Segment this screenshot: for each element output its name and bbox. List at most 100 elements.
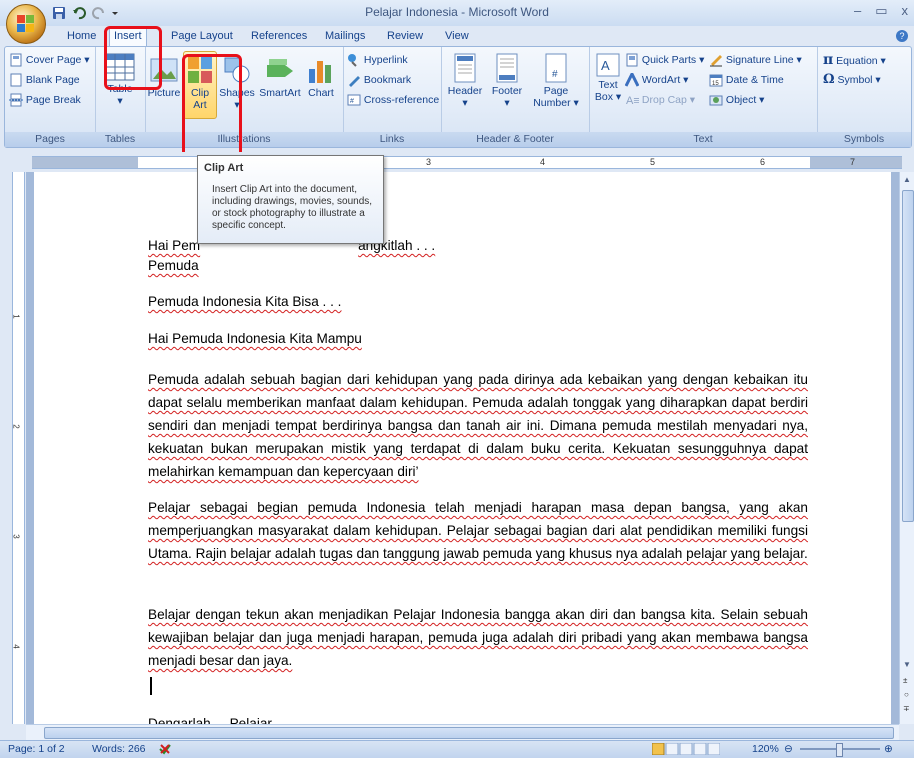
scroll-down-icon[interactable]: ▼ — [903, 660, 911, 669]
footer-button[interactable]: Footer ▾ — [487, 53, 527, 109]
prev-page-icon[interactable]: ± — [903, 676, 907, 685]
vruler-number: 4 — [11, 644, 21, 649]
zoom-level[interactable]: 120% — [752, 743, 779, 755]
header-button[interactable]: Header ▾ — [445, 53, 485, 109]
cross-reference-button[interactable]: # Cross-reference — [347, 93, 439, 107]
cover-page-icon — [10, 53, 22, 67]
smartart-button[interactable]: SmartArt — [257, 55, 303, 99]
horizontal-ruler: 1 2 3 4 5 6 7 — [0, 152, 914, 171]
zoom-out-icon[interactable]: ⊖ — [784, 743, 793, 755]
group-header-footer: Header ▾ Footer ▾ # Page Number ▾ Header & … — [441, 47, 590, 147]
pi-icon: π — [823, 52, 834, 68]
doc-para-2: Pelajar sebagai begian pemuda Indonesia … — [148, 500, 808, 561]
equation-button[interactable]: π Equation ▾ — [823, 53, 886, 68]
tab-home[interactable]: Home — [63, 28, 100, 45]
tab-view[interactable]: View — [441, 28, 473, 45]
group-illustrations: Picture Clip Art Shapes ▾ SmartArt Chart I… — [145, 47, 344, 147]
horizontal-scrollbar[interactable] — [26, 724, 899, 740]
signature-line-button[interactable]: Signature Line ▾ — [709, 53, 802, 67]
window-title: Pelajar Indonesia - Microsoft Word — [365, 5, 549, 19]
maximize-button[interactable]: ▭ — [875, 3, 887, 19]
vertical-scrollbar[interactable]: ▲ ▼ ± ○ ∓ — [899, 172, 914, 724]
group-symbols: π Equation ▾ Ω Symbol ▾ Symbols — [817, 47, 911, 147]
tooltip-title: Clip Art — [204, 162, 244, 174]
hyperlink-icon — [348, 54, 357, 67]
text-box-button[interactable]: A Text Box ▾ — [593, 53, 623, 103]
title-bar: Pelajar Indonesia - Microsoft Word – ▭ x — [0, 0, 914, 26]
minimize-button[interactable]: – — [854, 3, 861, 19]
drop-cap-button[interactable]: A≡ Drop Cap ▾ — [625, 93, 695, 107]
group-text: A Text Box ▾ Quick Parts ▾ WordArt ▾ A≡ D… — [589, 47, 818, 147]
cover-page-button[interactable]: Cover Page ▾ — [9, 53, 90, 67]
group-label-illustrations: Illustrations — [145, 132, 343, 147]
tooltip-body: Insert Clip Art into the document, inclu… — [212, 184, 373, 231]
symbol-button[interactable]: Ω Symbol ▾ — [823, 73, 881, 87]
blank-page-icon — [10, 73, 22, 87]
tab-page-layout[interactable]: Page Layout — [167, 28, 237, 45]
page-break-icon — [9, 93, 23, 107]
office-button[interactable] — [6, 4, 46, 44]
cross-reference-icon: # — [347, 94, 361, 106]
date-time-icon: 15 — [709, 74, 723, 87]
drop-cap-icon: A≡ — [626, 95, 639, 107]
close-button[interactable]: x — [902, 3, 909, 19]
doc-para-3: Belajar dengan tekun akan menjadikan Pel… — [148, 607, 808, 668]
zoom-in-icon[interactable]: ⊕ — [884, 743, 893, 755]
status-bar: Page: 1 of 2 Words: 266 120% ⊖ ⊕ — [0, 740, 914, 758]
wordart-button[interactable]: WordArt ▾ — [625, 73, 688, 87]
proofing-icon[interactable] — [158, 743, 172, 758]
window-controls: – ▭ x — [854, 3, 908, 19]
bookmark-button[interactable]: Bookmark — [347, 73, 411, 88]
zoom-slider-thumb[interactable] — [836, 743, 843, 757]
view-buttons[interactable] — [651, 742, 721, 758]
page-number-button[interactable]: # Page Number ▾ — [531, 53, 581, 109]
next-page-icon[interactable]: ∓ — [903, 704, 910, 713]
vruler-number: 1 — [11, 314, 21, 319]
blank-page-button[interactable]: Blank Page — [9, 73, 80, 87]
hyperlink-button[interactable]: Hyperlink — [347, 53, 408, 67]
page-count[interactable]: Page: 1 of 2 — [8, 743, 65, 755]
object-icon — [709, 95, 723, 106]
select-browse-object-icon[interactable]: ○ — [904, 690, 909, 699]
scroll-up-icon[interactable]: ▲ — [903, 175, 911, 184]
ruler-number: 7 — [850, 157, 856, 167]
tab-review[interactable]: Review — [383, 28, 427, 45]
vertical-scroll-thumb[interactable] — [902, 190, 914, 522]
text-box-icon: A — [596, 53, 620, 77]
group-pages: Cover Page ▾ Blank Page Page Break Pages — [5, 47, 96, 147]
svg-text:#: # — [552, 69, 558, 80]
ruler-number: 5 — [650, 157, 656, 167]
tab-mailings[interactable]: Mailings — [321, 28, 369, 45]
group-label-pages: Pages — [5, 132, 95, 147]
doc-para-mampu: Hai Pemuda Indonesia Kita Mampu — [148, 331, 362, 346]
doc-line-2: Pemuda — [148, 258, 199, 273]
vruler-number: 3 — [11, 534, 21, 539]
object-button[interactable]: Object ▾ — [709, 93, 764, 107]
group-label-header-footer: Header & Footer — [441, 132, 589, 147]
page-break-button[interactable]: Page Break — [9, 93, 81, 107]
ruler-number: 6 — [760, 157, 766, 167]
date-time-button[interactable]: 15 Date & Time — [709, 73, 784, 87]
ruler-track[interactable]: 1 2 3 4 5 6 7 — [32, 156, 902, 169]
vruler-number: 2 — [11, 424, 21, 429]
group-label-links: Links — [343, 132, 441, 147]
quick-parts-button[interactable]: Quick Parts ▾ — [625, 53, 704, 67]
tab-references[interactable]: References — [247, 28, 311, 45]
ruler-number: 3 — [426, 157, 432, 167]
ruler-left-margin — [32, 157, 138, 168]
word-count[interactable]: Words: 266 — [92, 743, 146, 755]
office-logo-icon — [17, 15, 34, 32]
clip-art-highlight — [182, 54, 242, 160]
horizontal-scroll-thumb[interactable] — [44, 727, 894, 739]
smartart-icon — [267, 59, 293, 77]
chart-button[interactable]: Chart — [303, 55, 339, 99]
clip-art-tooltip: Clip Art Insert Clip Art into the docume… — [197, 155, 384, 244]
page-number-icon: # — [545, 53, 567, 83]
wordart-icon — [625, 73, 639, 87]
chart-icon — [309, 61, 331, 83]
vertical-ruler: 1 2 3 4 — [12, 172, 25, 724]
help-icon[interactable]: ? — [896, 30, 908, 42]
svg-text:#: # — [350, 98, 354, 105]
document-page[interactable]: Hai Pem angkitlah . . . Pemuda Pemuda Ind… — [34, 172, 891, 724]
doc-para-1: Pemuda adalah sebuah bagian dari kehidup… — [148, 372, 808, 479]
